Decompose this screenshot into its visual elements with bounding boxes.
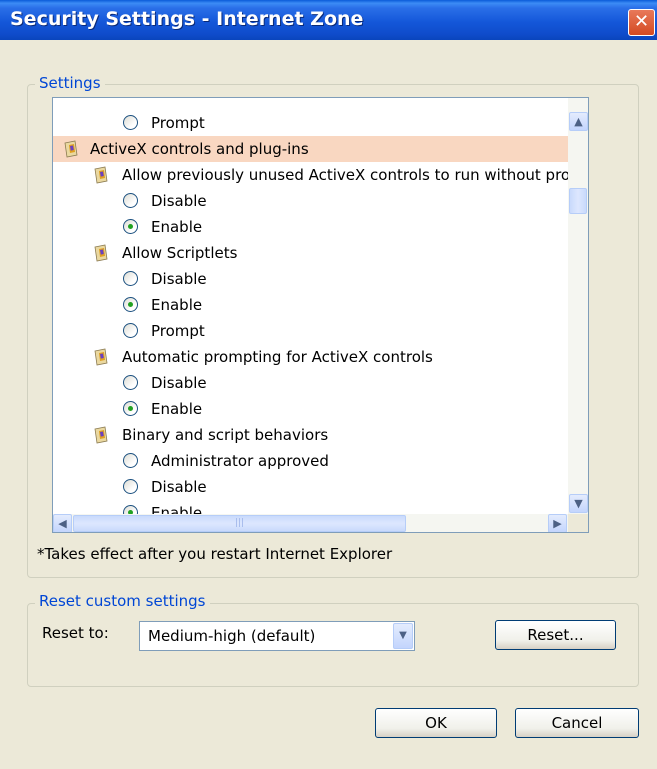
- radio-button[interactable]: [123, 323, 138, 338]
- tree-item-label: Enable: [151, 296, 203, 314]
- scroll-right-button[interactable]: ▶: [548, 514, 567, 532]
- tree-item-label: Disable: [151, 478, 207, 496]
- settings-shield-icon: [93, 244, 111, 262]
- chevron-down-icon: ▼: [574, 497, 583, 510]
- reset-level-dropdown[interactable]: Medium-high (default) ▼: [139, 621, 415, 651]
- radio-option[interactable]: Disable: [53, 188, 568, 214]
- radio-button[interactable]: [123, 453, 138, 468]
- title-bar: Security Settings - Internet Zone ✕: [0, 0, 657, 40]
- scroll-down-button[interactable]: ▼: [569, 494, 588, 513]
- settings-shield-icon: [93, 426, 111, 444]
- radio-option[interactable]: Administrator approved: [53, 448, 568, 474]
- reset-group-legend: Reset custom settings: [35, 592, 210, 610]
- radio-button-checked[interactable]: [123, 505, 138, 514]
- tree-item-label: Enable: [151, 504, 203, 514]
- tree-item-label: Disable: [151, 192, 207, 210]
- dropdown-arrow-button[interactable]: ▼: [393, 623, 413, 649]
- vertical-scrollbar[interactable]: ▲ ▼: [568, 98, 588, 514]
- close-icon: ✕: [633, 11, 650, 32]
- reset-button[interactable]: Reset...: [495, 620, 616, 650]
- tree-item-label: Prompt: [151, 114, 205, 132]
- chevron-up-icon: ▲: [574, 115, 583, 128]
- radio-option[interactable]: Enable: [53, 500, 568, 514]
- radio-option[interactable]: Enable: [53, 292, 568, 318]
- radio-option[interactable]: Prompt: [53, 318, 568, 344]
- ok-button[interactable]: OK: [375, 708, 497, 738]
- chevron-right-icon: ▶: [553, 517, 562, 530]
- reset-to-label: Reset to:: [42, 624, 109, 642]
- tree-item-label: Disable: [151, 374, 207, 392]
- tree-item-label: Enable: [151, 218, 203, 236]
- tree-category: ActiveX controls and plug-ins: [53, 136, 568, 162]
- tree-item-label: Automatic prompting for ActiveX controls: [122, 348, 433, 366]
- tree-setting: Automatic prompting for ActiveX controls: [53, 344, 568, 370]
- tree-item-label: Allow previously unused ActiveX controls…: [122, 166, 568, 184]
- horizontal-scroll-thumb[interactable]: |||: [73, 515, 406, 532]
- settings-group-legend: Settings: [35, 74, 105, 92]
- tree-item-label: Prompt: [151, 322, 205, 340]
- radio-button-checked[interactable]: [123, 401, 138, 416]
- cancel-button[interactable]: Cancel: [515, 708, 639, 738]
- horizontal-scrollbar[interactable]: ◀ ||| ▶: [53, 514, 568, 532]
- chevron-down-icon: ▼: [399, 630, 407, 641]
- radio-option[interactable]: Prompt: [53, 110, 568, 136]
- tree-item-label: Binary and script behaviors: [122, 426, 329, 444]
- reset-level-value: Medium-high (default): [148, 627, 316, 645]
- tree-item-label: ActiveX controls and plug-ins: [90, 140, 309, 158]
- radio-button[interactable]: [123, 115, 138, 130]
- radio-option[interactable]: Disable: [53, 474, 568, 500]
- settings-shield-icon: [93, 348, 111, 366]
- radio-button[interactable]: [123, 479, 138, 494]
- settings-shield-icon: [93, 166, 111, 184]
- tree-setting: Binary and script behaviors: [53, 422, 568, 448]
- tree-item-label: Allow Scriptlets: [122, 244, 238, 262]
- radio-button-checked[interactable]: [123, 297, 138, 312]
- radio-option[interactable]: Disable: [53, 370, 568, 396]
- tree-item-label: Disable: [151, 270, 207, 288]
- chevron-left-icon: ◀: [58, 517, 67, 530]
- tree-setting: Allow Scriptlets: [53, 240, 568, 266]
- settings-tree-viewport: Prompt ActiveX controls and plug-ins Allow…: [53, 98, 568, 514]
- grip-icon: |||: [234, 518, 245, 528]
- radio-button[interactable]: [123, 271, 138, 286]
- settings-shield-icon: [63, 140, 81, 158]
- scroll-left-button[interactable]: ◀: [53, 514, 72, 532]
- close-button[interactable]: ✕: [628, 9, 655, 36]
- restart-note: *Takes effect after you restart Internet…: [37, 545, 393, 563]
- radio-button[interactable]: [123, 375, 138, 390]
- tree-item-label: Administrator approved: [151, 452, 329, 470]
- vertical-scroll-thumb[interactable]: [569, 188, 587, 214]
- cancel-button-label: Cancel: [551, 714, 603, 732]
- radio-button-checked[interactable]: [123, 219, 138, 234]
- radio-option[interactable]: Enable: [53, 214, 568, 240]
- tree-setting: Allow previously unused ActiveX controls…: [53, 162, 568, 188]
- ok-button-label: OK: [425, 714, 447, 732]
- radio-option[interactable]: Disable: [53, 266, 568, 292]
- scrollbar-corner: [568, 514, 588, 532]
- radio-button[interactable]: [123, 193, 138, 208]
- settings-tree-list[interactable]: Prompt ActiveX controls and plug-ins Allow…: [52, 97, 589, 533]
- scroll-up-button[interactable]: ▲: [569, 112, 588, 131]
- tree-item-label: Enable: [151, 400, 203, 418]
- window-title: Security Settings - Internet Zone: [10, 8, 364, 30]
- radio-option[interactable]: Enable: [53, 396, 568, 422]
- reset-button-label: Reset...: [527, 626, 584, 644]
